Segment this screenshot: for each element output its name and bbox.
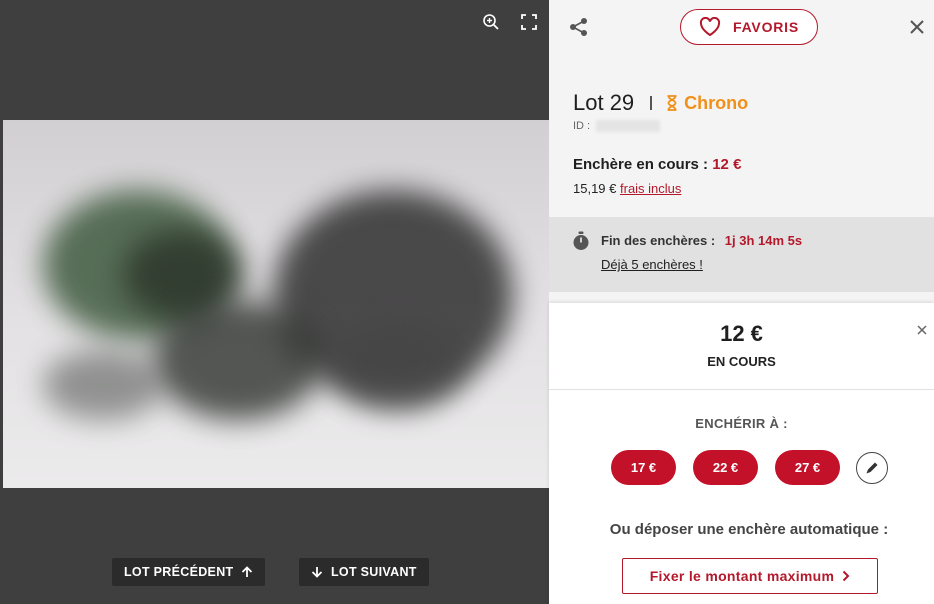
divider <box>549 389 934 390</box>
title-separator <box>650 96 653 110</box>
time-remaining: 1j 3h 14m 5s <box>724 233 803 248</box>
lot-type-label: Chrono <box>684 92 749 113</box>
current-bid: Enchère en cours : 12 € <box>573 156 741 173</box>
bid-at-label: ENCHÉRIR À : <box>695 416 788 431</box>
lot-summary: FAVORIS Lot 29 Chrono ID : Enchère en co… <box>549 0 934 300</box>
lot-id-value <box>596 120 661 132</box>
close-icon[interactable] <box>908 18 926 36</box>
set-max-amount-label: Fixer le montant maximum <box>649 568 835 584</box>
auto-bid-title: Ou déposer une enchère automatique : <box>609 521 889 538</box>
custom-bid-button[interactable] <box>856 451 888 484</box>
current-bid-label: Enchère en cours : <box>573 156 709 173</box>
lot-photo <box>3 120 549 488</box>
lot-navigation: LOT PRÉCÉDENT LOT SUIVANT <box>0 558 549 586</box>
fees-link[interactable]: frais inclus <box>620 181 681 196</box>
arrow-up-icon <box>242 566 253 577</box>
quick-bid-options: 17 € 22 € 27 € <box>611 450 888 485</box>
share-icon[interactable] <box>569 17 589 37</box>
card-current-price: 12 € <box>720 321 763 346</box>
quick-bid-button[interactable]: 22 € <box>693 450 758 485</box>
previous-lot-label: LOT PRÉCÉDENT <box>124 565 234 579</box>
chevron-right-icon <box>843 570 850 582</box>
lot-detail-panel: FAVORIS Lot 29 Chrono ID : Enchère en co… <box>549 0 934 604</box>
auction-end-label: Fin des enchères : <box>601 233 716 248</box>
current-bid-amount: 12 € <box>712 156 742 173</box>
price-with-fees: 15,19 € frais inclus <box>573 181 681 196</box>
card-status: EN COURS <box>707 354 776 369</box>
lot-header: Lot 29 Chrono <box>573 90 748 116</box>
next-lot-label: LOT SUIVANT <box>331 565 417 579</box>
quick-bid-button[interactable]: 27 € <box>775 450 840 485</box>
quick-bid-button[interactable]: 17 € <box>611 450 676 485</box>
lot-id-label: ID : <box>573 120 591 132</box>
lot-title: Lot 29 <box>573 90 635 115</box>
auction-end-box: Fin des enchères : 1j 3h 14m 5s Déjà 5 e… <box>549 217 934 292</box>
zoom-in-icon[interactable] <box>481 12 501 32</box>
next-lot-button[interactable]: LOT SUIVANT <box>299 558 429 586</box>
previous-lot-button[interactable]: LOT PRÉCÉDENT <box>112 558 266 586</box>
set-max-amount-button[interactable]: Fixer le montant maximum <box>622 558 878 594</box>
hourglass-icon <box>667 95 677 111</box>
bid-card: 12 € EN COURS ENCHÉRIR À : 17 € 22 € 27 … <box>549 303 934 604</box>
favorites-label: FAVORIS <box>732 19 800 35</box>
pencil-icon <box>866 462 878 473</box>
auction-end-line: Fin des enchères : 1j 3h 14m 5s <box>601 233 802 248</box>
fullscreen-icon[interactable] <box>519 12 539 32</box>
arrow-down-icon <box>311 567 323 578</box>
favorites-button[interactable]: FAVORIS <box>680 9 818 45</box>
price-with-fees-amount: 15,19 € <box>573 181 617 196</box>
viewer-toolbar <box>481 12 539 32</box>
bid-history-link[interactable]: Déjà 5 enchères ! <box>601 257 703 272</box>
image-viewer: LOT PRÉCÉDENT LOT SUIVANT <box>0 0 549 604</box>
stopwatch-icon <box>571 231 591 251</box>
lot-id: ID : <box>573 120 661 132</box>
heart-icon <box>699 17 721 37</box>
